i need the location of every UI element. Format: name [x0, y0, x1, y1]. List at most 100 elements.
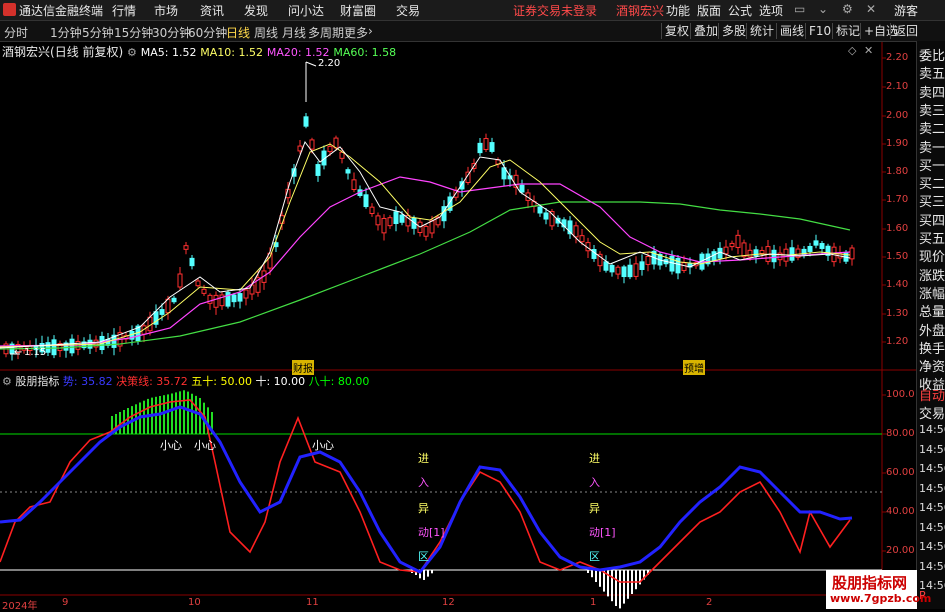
settings-icon[interactable]: ⚙ [127, 46, 137, 59]
sidebar-item[interactable]: 买一 [919, 155, 945, 174]
period-tab[interactable]: 1分钟 [50, 24, 82, 41]
signal-char: 区 [418, 550, 429, 563]
menu-options[interactable]: 选项 [759, 2, 783, 19]
period-tab[interactable]: 月线 [282, 24, 306, 41]
sidebar-item[interactable]: 买五 [919, 228, 945, 247]
menu-wealth[interactable]: 财富圈 [340, 2, 376, 19]
stock-link[interactable]: 酒钢宏兴 [616, 2, 664, 19]
date-tick: 1 [590, 597, 597, 608]
candle-body [579, 235, 585, 243]
candle-body [183, 245, 189, 250]
candle-body [159, 309, 165, 315]
sidebar-item[interactable]: 总量 [919, 301, 945, 320]
sidebar-item[interactable]: 涨幅 [919, 283, 945, 302]
sidebar-item[interactable]: 外盘 [919, 320, 945, 339]
mark-button[interactable]: 标记 [832, 23, 863, 39]
restore-icon[interactable]: ◇ [848, 44, 856, 57]
candle-body [45, 342, 51, 353]
sidebar-item[interactable]: 委比 [919, 45, 945, 64]
watermark-url: www.7gpzb.com [830, 592, 932, 605]
back-button[interactable]: 返回 [890, 23, 921, 39]
chevron-right-icon[interactable]: › [368, 24, 373, 38]
period-tab-more[interactable]: 更多 [344, 24, 368, 41]
stats-button[interactable]: 统计 [746, 23, 777, 39]
price-tick: 2.10 [886, 81, 909, 92]
settings-icon[interactable]: ⚙ [2, 375, 12, 388]
period-tab[interactable]: 30分钟 [152, 24, 191, 41]
auto-trade-label[interactable]: 自动 [919, 385, 945, 404]
candle-body [171, 297, 177, 303]
period-tab[interactable]: 60分钟 [188, 24, 227, 41]
trade-time: 14:56 [919, 462, 945, 475]
period-tab[interactable]: 15分钟 [114, 24, 153, 41]
sidebar-item[interactable]: 卖一 [919, 137, 945, 156]
sidebar-item[interactable]: 现价 [919, 246, 945, 265]
sidebar-item[interactable]: 卖五 [919, 63, 945, 82]
menu-news[interactable]: 资讯 [200, 2, 224, 19]
candle-body [303, 116, 309, 127]
overlay-button[interactable]: 叠加 [690, 23, 721, 39]
indicator-tick: 40.00 [886, 506, 915, 517]
adjust-button[interactable]: 复权 [661, 23, 692, 39]
sidebar-item[interactable]: 卖四 [919, 82, 945, 101]
trade-time: 14:56 [919, 481, 945, 495]
trade-time: 14:56 [919, 540, 945, 553]
guest-label[interactable]: 游客 [894, 2, 918, 19]
sidebar-item[interactable]: 买三 [919, 191, 945, 210]
candle-body [237, 293, 243, 302]
multi-stock-button[interactable]: 多股 [718, 23, 749, 39]
menu-formula[interactable]: 公式 [728, 2, 752, 19]
chevron-down-icon[interactable]: ⌄ [818, 2, 828, 16]
indicator-tick: 100.0 [886, 389, 915, 400]
date-tick: 2 [706, 597, 713, 608]
sidebar-item[interactable]: 买四 [919, 210, 945, 229]
indicator-name[interactable]: 股朋指标 [15, 375, 59, 388]
candle-body [717, 247, 723, 259]
quote-sidebar: 委比 卖五 卖四 卖三 卖二 卖一 买一 买二 买三 买四 买五 现价 涨跌 涨幅 总量 外盘 换手 净资 收益 自动… [916, 41, 945, 609]
event-marker-forecast[interactable]: 预增 [683, 360, 705, 375]
candle-body [393, 211, 399, 225]
period-tab[interactable]: 分时 [4, 24, 28, 41]
minimize-icon[interactable]: ▭ [794, 2, 805, 16]
sidebar-item[interactable]: 卖三 [919, 100, 945, 119]
indicator-tick: 60.00 [886, 467, 915, 478]
candle-body [213, 294, 219, 308]
ma10-value: MA10: 1.52 [200, 46, 263, 59]
stock-name[interactable]: 酒钢宏兴 [2, 45, 50, 59]
draw-line-button[interactable]: 画线 [776, 23, 807, 39]
settings-icon[interactable]: ⚙ [842, 2, 853, 16]
ma20-line [0, 176, 851, 347]
menu-function[interactable]: 功能 [666, 2, 690, 19]
menu-ask[interactable]: 问小达 [288, 2, 324, 19]
menu-trade[interactable]: 交易 [396, 2, 420, 19]
auto-trade-label[interactable]: 交易 [919, 403, 945, 422]
candle-body [351, 179, 357, 190]
close-icon[interactable]: ✕ [866, 2, 876, 16]
sidebar-item[interactable]: 净资 [919, 356, 945, 375]
candle-body [543, 212, 549, 220]
menu-discover[interactable]: 发现 [244, 2, 268, 19]
candle-body [309, 139, 315, 150]
sidebar-item[interactable]: 卖二 [919, 118, 945, 137]
period-tab[interactable]: 多周期 [308, 24, 344, 41]
menu-quotes[interactable]: 行情 [112, 2, 136, 19]
sidebar-item[interactable]: 买二 [919, 173, 945, 192]
price-tick: 1.70 [886, 194, 909, 205]
ma5-value: MA5: 1.52 [140, 46, 197, 59]
period-tab[interactable]: 5分钟 [82, 24, 114, 41]
candle-body [423, 225, 429, 237]
sidebar-item[interactable]: 换手 [919, 338, 945, 357]
period-tab[interactable]: 周线 [254, 24, 278, 41]
f10-button[interactable]: F10 [805, 23, 834, 39]
candle-body [639, 261, 645, 270]
sidebar-item[interactable]: 涨跌 [919, 265, 945, 284]
close-icon[interactable]: ✕ [864, 44, 873, 57]
title-menu-bar: 通达信金融终端 行情 市场 资讯 发现 问小达 财富圈 交易 证券交易未登录 酒… [0, 0, 945, 21]
menu-layout[interactable]: 版面 [697, 2, 721, 19]
menu-market[interactable]: 市场 [154, 2, 178, 19]
login-notice[interactable]: 证券交易未登录 [513, 2, 597, 19]
price-tick: 2.00 [886, 110, 909, 121]
period-toolbar: 分时 1分钟 5分钟 15分钟 30分钟 60分钟 日线 周线 月线 多周期 更… [0, 21, 945, 42]
chart-canvas[interactable] [0, 42, 916, 609]
period-tab-daily[interactable]: 日线 [226, 24, 250, 41]
